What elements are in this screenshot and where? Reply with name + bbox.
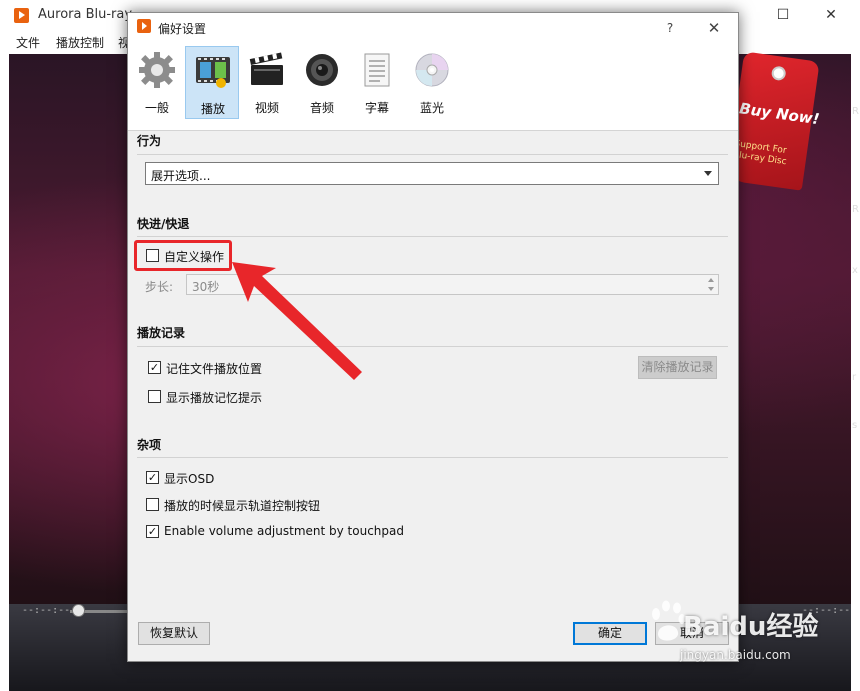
divider [137,236,728,237]
divider [137,154,728,155]
baidu-paw-icon [652,600,686,641]
ok-button[interactable]: 确定 [573,622,647,645]
dialog-titlebar: 偏好设置 ? ✕ [128,13,738,43]
dialog-title: 偏好设置 [158,22,207,36]
app-logo-icon [14,8,29,23]
dialog-close-icon[interactable]: ✕ [702,17,726,39]
show-track-buttons-label: 播放的时候显示轨道控制按钮 [164,499,321,513]
behavior-select[interactable]: 展开选项... [145,162,719,185]
show-osd-row[interactable]: ✓ 显示OSD [146,469,246,487]
tab-general[interactable]: 一般 [130,46,184,119]
speaker-icon [306,54,338,86]
dialog-logo-icon [137,19,151,33]
annotation-highlight-box [134,240,232,271]
disc-icon [415,53,449,87]
section-title-behavior: 行为 [137,134,162,148]
spin-down-icon[interactable] [708,287,714,291]
maximize-icon[interactable]: ☐ [768,4,798,26]
menu-playback[interactable]: 播放控制 [56,34,104,51]
touchpad-volume-label: Enable volume adjustment by touchpad [164,524,404,538]
tab-video[interactable]: 视频 [240,46,294,119]
tab-label: 蓝光 [419,101,444,115]
behavior-select-value: 展开选项... [151,169,211,183]
show-osd-label: 显示OSD [164,472,215,486]
section-title-misc: 杂项 [137,438,162,452]
show-osd-checkbox[interactable]: ✓ [146,471,159,484]
tab-bluray[interactable]: 蓝光 [405,46,459,119]
show-memory-hint-checkbox[interactable] [148,390,161,403]
tag-hole-icon [770,65,787,82]
seek-knob[interactable] [72,604,85,617]
film-strip-icon [196,57,230,88]
step-value: 30秒 [192,280,220,294]
step-spinbox[interactable]: 30秒 [186,274,719,295]
section-title-history: 播放记录 [137,326,186,340]
tab-label: 播放 [200,102,225,116]
buy-now-text: Buy Now! [738,99,821,129]
show-track-buttons-row[interactable]: 播放的时候显示轨道控制按钮 [146,496,346,514]
watermark-url: jingyan.baidu.com [680,648,791,662]
touchpad-volume-checkbox[interactable]: ✓ [146,525,159,538]
edge-text: r [852,372,857,383]
tab-subtitles[interactable]: 字幕 [350,46,404,119]
remember-position-row[interactable]: ✓ 记住文件播放位置 [148,359,288,377]
edge-text: R [852,106,859,117]
clapperboard-icon [249,52,283,85]
step-label: 步长: [145,280,174,294]
category-tabs: 一般 播放 视频 音频 字幕 蓝光 [128,43,738,131]
tab-label: 字幕 [364,101,389,115]
divider [137,457,728,458]
promo-subtext: Support For Blu-ray Disc [732,139,789,168]
help-icon[interactable]: ? [658,17,682,39]
watermark-text: Baidu经验 [683,612,819,642]
preferences-dialog: 偏好设置 ? ✕ 一般 播放 视频 音频 字幕 蓝光 行为 展开选项... 快进… [127,12,739,662]
spin-up-icon[interactable] [708,278,714,282]
tab-audio[interactable]: 音频 [295,46,349,119]
document-icon [364,53,390,87]
restore-defaults-button[interactable]: 恢复默认 [138,622,210,645]
baidu-watermark: Baidu经验 jingyan.baidu.com [648,600,853,670]
tab-label: 一般 [144,101,169,115]
edge-text: x [852,265,858,276]
tab-label: 音频 [309,101,334,115]
edge-text: s [852,420,858,431]
remember-position-checkbox[interactable]: ✓ [148,361,161,374]
edge-text: R [852,204,859,215]
app-title: Aurora Blu-ray [38,7,133,22]
show-memory-hint-row[interactable]: 显示播放记忆提示 [148,388,288,406]
menu-file[interactable]: 文件 [16,34,40,51]
show-track-buttons-checkbox[interactable] [146,498,159,511]
remember-position-label: 记住文件播放位置 [166,362,263,376]
gear-icon [139,52,175,88]
tab-label: 视频 [254,101,279,115]
close-icon[interactable]: ✕ [816,4,846,26]
touchpad-volume-row[interactable]: ✓ Enable volume adjustment by touchpad [146,523,416,541]
elapsed-time: --:--:-- [22,605,71,616]
divider [137,346,728,347]
clear-history-button[interactable]: 清除播放记录 [638,356,717,379]
chevron-down-icon [704,171,712,176]
section-title-seek: 快进/快退 [137,217,190,231]
show-memory-hint-label: 显示播放记忆提示 [166,391,263,405]
tab-playback[interactable]: 播放 [185,46,239,119]
